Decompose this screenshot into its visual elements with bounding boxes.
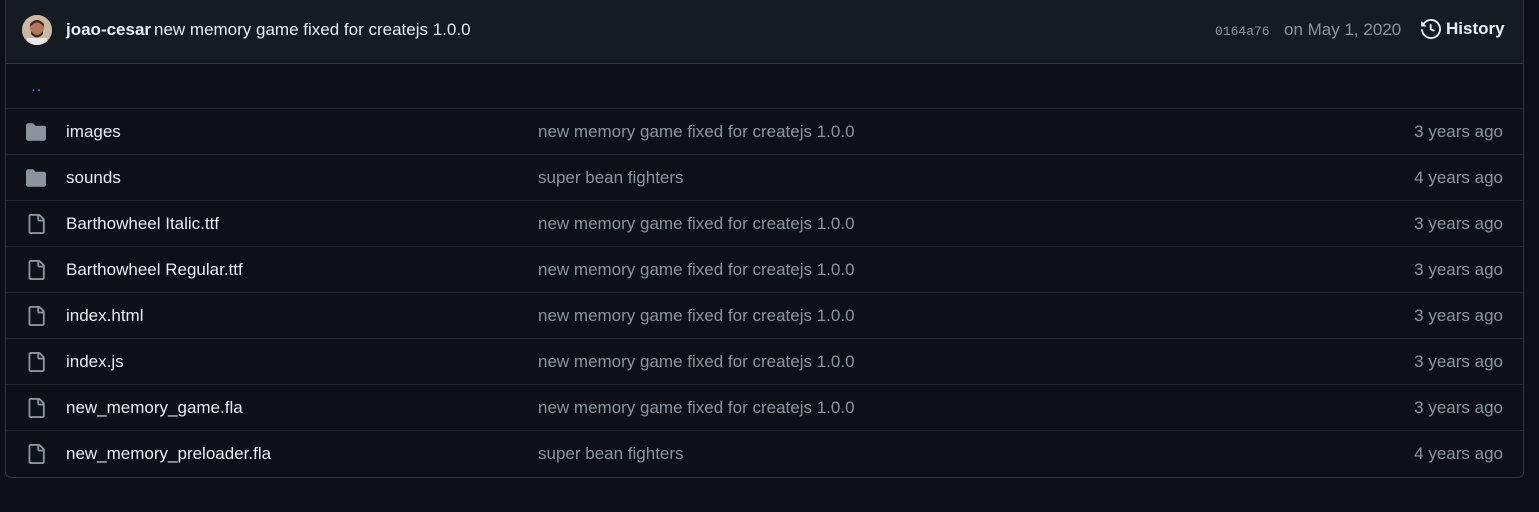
file-name-link[interactable]: Barthowheel Italic.ttf xyxy=(66,214,219,234)
commit-message-link[interactable]: new memory game fixed for createjs 1.0.0 xyxy=(538,260,855,280)
commit-author-link[interactable]: joao-cesar xyxy=(66,20,151,40)
commit-message-link[interactable]: super bean fighters xyxy=(538,444,684,464)
file-name-link[interactable]: index.js xyxy=(66,352,124,372)
file-icon xyxy=(26,214,46,234)
file-row[interactable]: Barthowheel Italic.ttf new memory game fi… xyxy=(6,201,1523,247)
commit-age: 4 years ago xyxy=(1414,444,1503,463)
folder-icon xyxy=(26,122,46,142)
commit-age: 3 years ago xyxy=(1414,122,1503,141)
commit-message-link[interactable]: new memory game fixed for createjs 1.0.0 xyxy=(538,398,855,418)
commit-age: 3 years ago xyxy=(1414,352,1503,371)
commit-age: 3 years ago xyxy=(1414,306,1503,325)
file-list: images new memory game fixed for createjs… xyxy=(6,109,1523,477)
file-icon xyxy=(26,260,46,280)
history-button[interactable]: History xyxy=(1421,19,1505,39)
parent-directory-row[interactable]: .. xyxy=(6,64,1523,109)
commit-message-link[interactable]: new memory game fixed for createjs 1.0.0 xyxy=(538,306,855,326)
commit-date: on May 1, 2020 xyxy=(1284,20,1402,39)
folder-row[interactable]: images new memory game fixed for createjs… xyxy=(6,109,1523,155)
folder-row[interactable]: sounds super bean fighters 4 years ago xyxy=(6,155,1523,201)
file-icon xyxy=(26,398,46,418)
file-icon xyxy=(26,306,46,326)
commit-age: 4 years ago xyxy=(1414,168,1503,187)
file-icon xyxy=(26,352,46,372)
file-icon xyxy=(26,444,46,464)
commit-age: 3 years ago xyxy=(1414,260,1503,279)
file-name-link[interactable]: new_memory_preloader.fla xyxy=(66,444,271,464)
author-avatar[interactable] xyxy=(22,15,52,45)
file-row[interactable]: index.html new memory game fixed for crea… xyxy=(6,293,1523,339)
file-name-link[interactable]: index.html xyxy=(66,306,143,326)
commit-age: 3 years ago xyxy=(1414,398,1503,417)
file-name-link[interactable]: Barthowheel Regular.ttf xyxy=(66,260,243,280)
file-browser: joao-cesar new memory game fixed for cre… xyxy=(5,0,1524,478)
commit-message-link[interactable]: new memory game fixed for createjs 1.0.0 xyxy=(538,352,855,372)
latest-commit-bar: joao-cesar new memory game fixed for cre… xyxy=(6,0,1523,64)
commit-age: 3 years ago xyxy=(1414,214,1503,233)
parent-directory-link[interactable]: .. xyxy=(31,76,42,96)
file-row[interactable]: new_memory_preloader.fla super bean fight… xyxy=(6,431,1523,477)
file-name-link[interactable]: images xyxy=(66,122,121,142)
commit-message-link[interactable]: new memory game fixed for createjs 1.0.0 xyxy=(538,122,855,142)
commit-sha-link[interactable]: 0164a76 xyxy=(1215,24,1270,39)
history-icon xyxy=(1421,19,1441,39)
commit-message-link[interactable]: new memory game fixed for createjs 1.0.0 xyxy=(154,20,471,40)
commit-message-link[interactable]: new memory game fixed for createjs 1.0.0 xyxy=(538,214,855,234)
history-label: History xyxy=(1446,19,1505,38)
folder-icon xyxy=(26,168,46,188)
file-name-link[interactable]: sounds xyxy=(66,168,121,188)
commit-message-link[interactable]: super bean fighters xyxy=(538,168,684,188)
file-row[interactable]: new_memory_game.fla new memory game fixed… xyxy=(6,385,1523,431)
file-row[interactable]: Barthowheel Regular.ttf new memory game f… xyxy=(6,247,1523,293)
file-name-link[interactable]: new_memory_game.fla xyxy=(66,398,243,418)
file-row[interactable]: index.js new memory game fixed for create… xyxy=(6,339,1523,385)
